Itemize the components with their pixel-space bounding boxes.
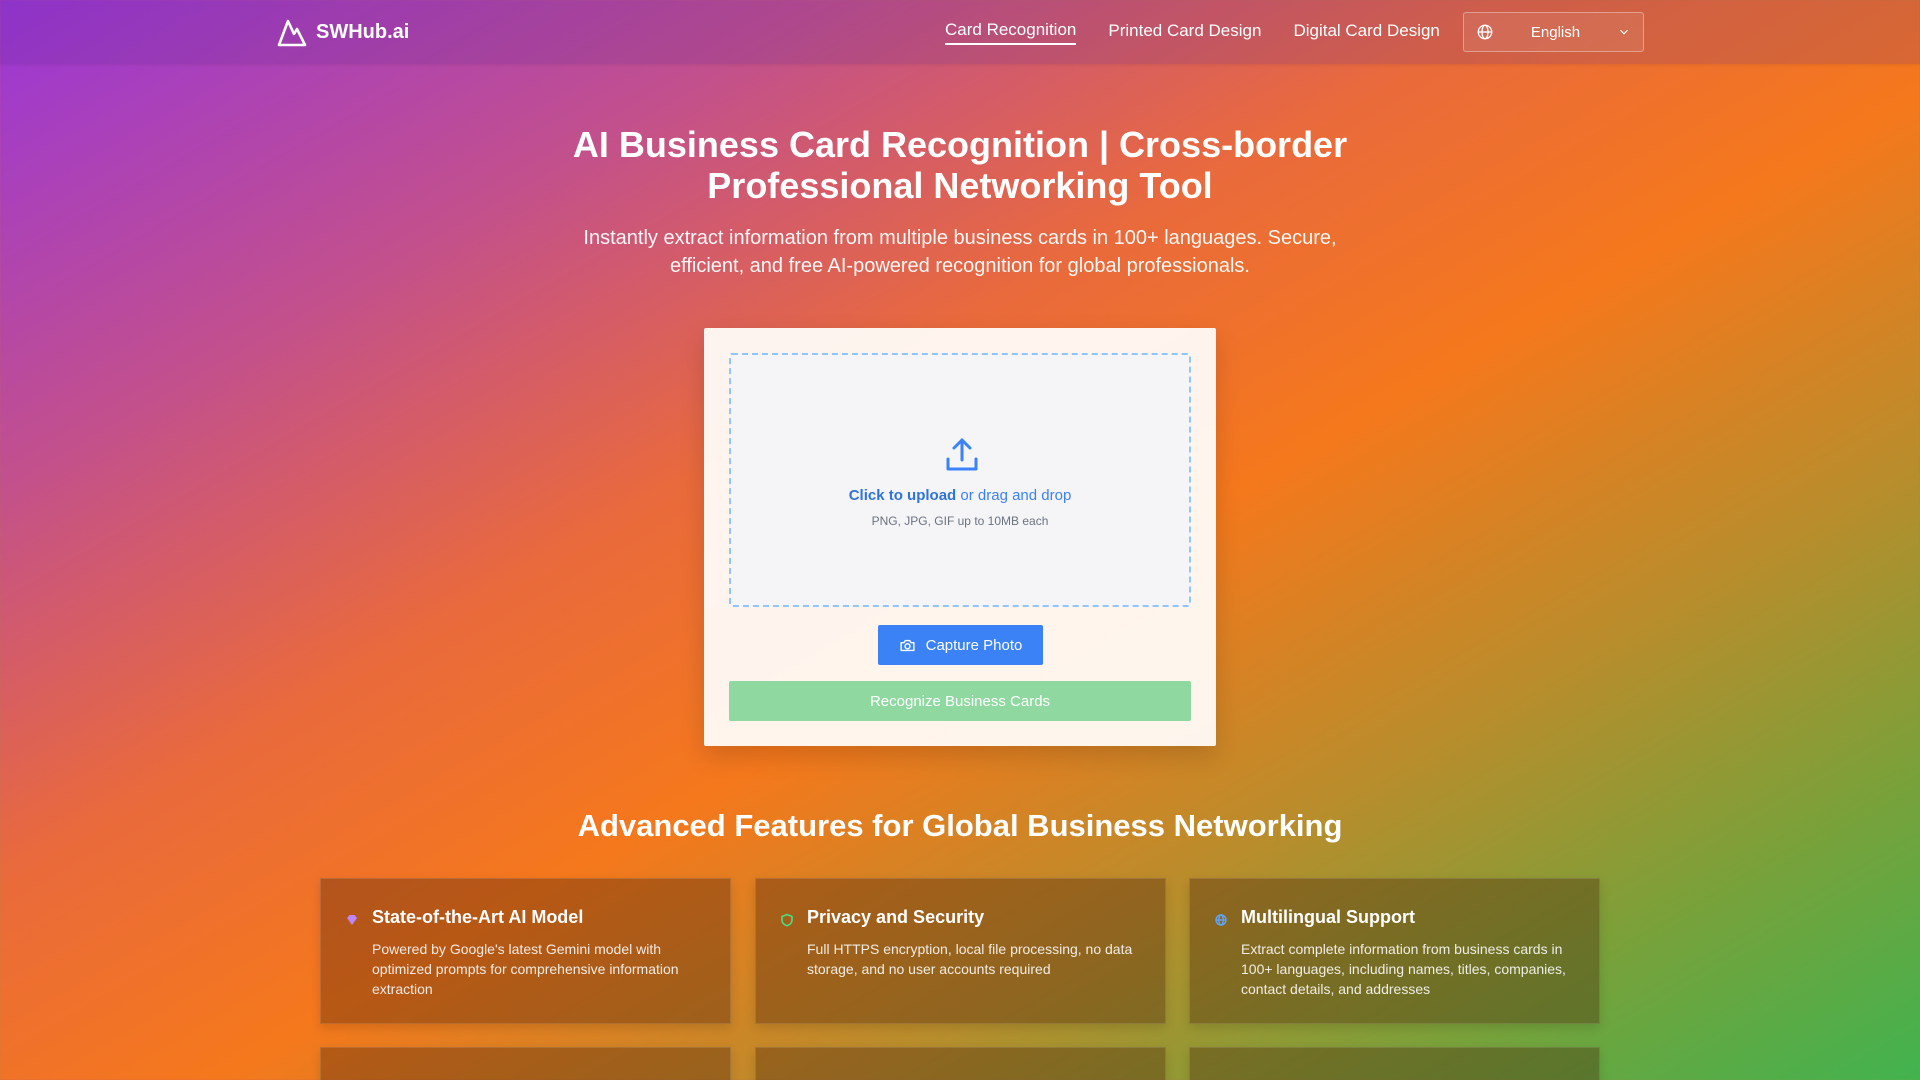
globe-icon: [1215, 914, 1227, 926]
feature-title: Multilingual Support: [1241, 907, 1415, 927]
page-title: AI Business Card Recognition | Cross-bor…: [572, 124, 1348, 206]
feature-card-multilingual: Multilingual Support Extract complete in…: [1189, 878, 1600, 1024]
feature-description: Powered by Google's latest Gemini model …: [372, 941, 679, 997]
nav-links: Card Recognition Printed Card Design Dig…: [945, 0, 1440, 64]
capture-photo-button[interactable]: Capture Photo: [878, 625, 1043, 665]
top-navbar: SWHub.ai Card Recognition Printed Card D…: [0, 0, 1920, 64]
feature-card-privacy: Privacy and Security Full HTTPS encrypti…: [755, 878, 1166, 1024]
feature-description: Extract complete information from busine…: [1241, 941, 1566, 997]
nav-link-card-recognition[interactable]: Card Recognition: [945, 20, 1077, 45]
feature-title: State-of-the-Art AI Model: [372, 907, 584, 927]
page-subtitle: Instantly extract information from multi…: [583, 227, 1337, 277]
recognize-cards-label: Recognize Business Cards: [869, 692, 1051, 710]
gem-icon: [347, 915, 357, 925]
capture-photo-label: Capture Photo: [925, 636, 1023, 654]
feature-title: Privacy and Security: [807, 907, 985, 927]
globe-icon: [1477, 24, 1493, 40]
language-label: English: [1530, 23, 1581, 41]
brand[interactable]: SWHub.ai: [276, 16, 409, 48]
drag-drop-text: or drag and drop: [956, 487, 1072, 504]
recognize-cards-button[interactable]: Recognize Business Cards: [729, 681, 1191, 721]
upload-card: Click to upload or drag and drop PNG, JP…: [704, 328, 1216, 746]
language-select[interactable]: English: [1463, 12, 1644, 52]
upload-arrow-icon: [946, 438, 978, 471]
shield-icon: [781, 913, 793, 927]
brand-name: SWHub.ai: [316, 20, 410, 43]
feature-card: [1189, 1047, 1600, 1080]
feature-description: Full HTTPS encryption, local file proces…: [807, 941, 1133, 977]
camera-icon: [900, 639, 915, 651]
chevron-down-icon: [1620, 29, 1628, 35]
upload-dropzone[interactable]: Click to upload or drag and drop PNG, JP…: [729, 353, 1191, 607]
nav-link-printed-card-design[interactable]: Printed Card Design: [1108, 21, 1261, 44]
upload-hint: PNG, JPG, GIF up to 10MB each: [871, 514, 1049, 528]
feature-card: [320, 1047, 731, 1080]
nav-link-digital-card-design[interactable]: Digital Card Design: [1293, 21, 1439, 44]
click-to-upload-link[interactable]: Click to upload: [849, 487, 957, 504]
mountain-logo-icon: [277, 19, 307, 47]
feature-card-ai-model: State-of-the-Art AI Model Powered by Goo…: [320, 878, 731, 1024]
features-title: Advanced Features for Global Business Ne…: [577, 808, 1343, 843]
upload-instructions: Click to upload or drag and drop: [731, 487, 1189, 504]
feature-card: [755, 1047, 1166, 1080]
